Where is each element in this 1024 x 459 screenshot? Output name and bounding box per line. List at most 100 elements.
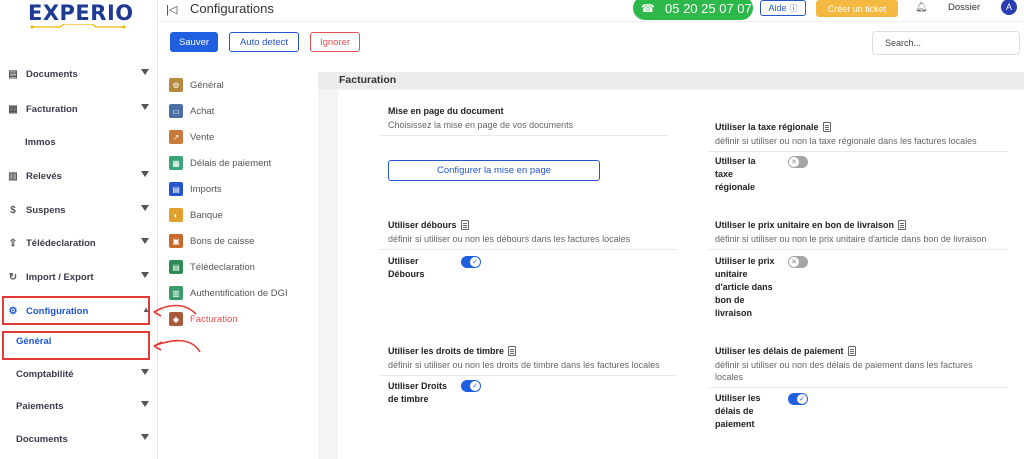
prix-title-text: Utiliser le prix unitaire en bon de livr…: [715, 220, 895, 230]
chevron-down-icon: [141, 369, 149, 375]
divider: [708, 387, 1008, 388]
label-line: délais de: [715, 406, 754, 416]
prix-toggle[interactable]: ✕: [788, 256, 808, 268]
delais-toggle[interactable]: ✓: [788, 393, 808, 405]
x-icon: ✕: [789, 157, 799, 167]
taxe-toggle-label: Utiliser la taxe régionale: [715, 155, 756, 194]
prix-toggle-label: Utiliser le prix unitaire d'article dans…: [715, 255, 775, 320]
label-line: régionale: [715, 182, 756, 192]
submenu-item-achat[interactable]: ▭ Achat: [164, 101, 214, 121]
submenu-item-facturation[interactable]: ◆ Facturation: [164, 309, 238, 329]
submenu-item-imports[interactable]: ▤ Imports: [164, 179, 222, 199]
sidebar: EXPERIO ▤ Documents ▦ Facturation Immos …: [0, 0, 158, 459]
submenu-item-label: Achat: [190, 105, 215, 117]
sidebar-item-import-export[interactable]: ↻ Import / Export: [0, 267, 158, 287]
sidebar-item-label: Immos: [25, 136, 56, 148]
sidebar-item-suspens[interactable]: $ Suspens: [0, 200, 158, 220]
sidebar-item-teledeclaration[interactable]: ⇪ Télédeclaration: [0, 233, 158, 253]
document-icon: [847, 346, 856, 356]
sidebar-item-paiements[interactable]: Paiements: [0, 396, 158, 416]
bell-icon[interactable]: 🔔︎: [915, 2, 928, 13]
check-icon: ✓: [470, 257, 480, 267]
search-input[interactable]: [872, 31, 1020, 55]
ignore-button[interactable]: Ignorer: [310, 32, 360, 52]
delais-toggle-label: Utiliser les délais de paiement: [715, 392, 761, 431]
sidebar-item-documents-2[interactable]: Documents: [0, 429, 158, 449]
auto-detect-button[interactable]: Auto detect: [229, 32, 299, 52]
sidebar-item-immos[interactable]: Immos: [0, 132, 158, 152]
calendar-icon: ▦: [169, 156, 183, 170]
save-button[interactable]: Sauver: [170, 32, 218, 52]
submenu-item-delais[interactable]: ▦ Délais de paiement: [164, 153, 271, 173]
sidebar-item-comptabilite[interactable]: Comptabilité: [0, 364, 158, 384]
phone-badge[interactable]: ☎ 05 20 25 07 07: [633, 0, 753, 20]
help-label: Aide: [768, 3, 787, 13]
history-icon: ↻: [8, 271, 18, 283]
document-icon: [460, 220, 469, 230]
upload-icon: ⇪: [8, 237, 18, 249]
taxe-toggle[interactable]: ✕: [788, 156, 808, 168]
sidebar-item-releves[interactable]: ▥ Relevés: [0, 166, 158, 186]
submenu-item-dgi[interactable]: ▥ Authentification de DGI: [164, 283, 288, 303]
page-title: Configurations: [190, 1, 274, 16]
prix-setting-title: Utiliser le prix unitaire en bon de livr…: [715, 220, 907, 230]
settings-icon: ⚙: [169, 78, 183, 92]
label-line: taxe: [715, 169, 734, 179]
prix-setting-desc: définir si utiliser ou non le prix unita…: [715, 234, 987, 244]
submenu-item-general[interactable]: ⚙ Général: [164, 75, 224, 95]
logo[interactable]: EXPERIO: [28, 0, 134, 26]
sidebar-item-label: Télédeclaration: [26, 237, 96, 249]
panel-header: Facturation: [318, 72, 1024, 89]
invoice-tag-icon: ◆: [169, 312, 183, 326]
sidebar-item-label: Documents: [26, 68, 78, 80]
sidebar-item-documents[interactable]: ▤ Documents: [0, 64, 158, 84]
chart-icon: ▥: [8, 170, 18, 182]
check-icon: ✓: [797, 394, 807, 404]
help-button[interactable]: Aide ⓘ: [760, 0, 806, 16]
sidebar-item-label: Facturation: [26, 103, 78, 115]
create-ticket-button[interactable]: Créer un ticket: [816, 0, 898, 17]
submenu-item-vente[interactable]: ↗ Vente: [164, 127, 214, 147]
debours-toggle[interactable]: ✓: [461, 256, 481, 268]
sidebar-item-label: Documents: [16, 433, 68, 445]
desc-line: locales: [715, 372, 744, 382]
chevron-down-icon: [141, 238, 149, 244]
label-line: unitaire: [715, 269, 748, 279]
documents-icon: ▤: [8, 68, 18, 80]
sidebar-item-label: Comptabilité: [16, 368, 74, 380]
configure-layout-button[interactable]: Configurer la mise en page: [388, 160, 600, 181]
desc-line: définir si utiliser ou non des délais de…: [715, 360, 973, 370]
delais-setting-title: Utiliser les délais de paiement: [715, 346, 856, 356]
sidebar-item-facturation[interactable]: ▦ Facturation: [0, 99, 158, 119]
label-line: de timbre: [388, 394, 429, 404]
timbre-setting-title: Utiliser les droits de timbre: [388, 346, 517, 356]
submenu-item-label: Facturation: [190, 313, 238, 325]
submenu-item-teledeclaration[interactable]: ▤ Télédeclaration: [164, 257, 255, 277]
chevron-down-icon: [141, 69, 149, 75]
timbre-toggle[interactable]: ✓: [461, 380, 481, 392]
document-icon: [898, 220, 907, 230]
taxe-setting-desc: définir si utiliser ou non la taxe régio…: [715, 136, 977, 146]
phone-number: 05 20 25 07 07: [665, 0, 752, 16]
submenu-item-banque[interactable]: ◐ Banque: [164, 205, 223, 225]
chevron-down-icon: [141, 272, 149, 278]
avatar[interactable]: A: [1001, 0, 1017, 15]
submenu-item-label: Télédeclaration: [190, 261, 255, 273]
label-line: paiement: [715, 419, 755, 429]
submenu-item-bons[interactable]: ▣ Bons de caisse: [164, 231, 254, 251]
divider: [708, 151, 1008, 152]
sales-chart-icon: ↗: [169, 130, 183, 144]
sidebar-item-label: Relevés: [26, 170, 62, 182]
label-line: Utiliser les: [715, 393, 761, 403]
label-line: bon de: [715, 295, 745, 305]
debours-setting-title: Utiliser débours: [388, 220, 469, 230]
sidebar-item-label: Suspens: [26, 204, 66, 216]
dossier-menu[interactable]: Dossier: [948, 2, 980, 13]
label-line: Utiliser la: [715, 156, 756, 166]
topbar: |◁ Configurations ☎ 05 20 25 07 07 Aide …: [158, 0, 1024, 22]
collapse-sidebar-icon[interactable]: |◁: [166, 3, 177, 16]
taxe-setting-title: Utiliser la taxe régionale: [715, 122, 831, 132]
chevron-down-icon: [141, 434, 149, 440]
label-line: Utiliser: [388, 256, 419, 266]
invoice-icon: ▦: [8, 103, 18, 115]
